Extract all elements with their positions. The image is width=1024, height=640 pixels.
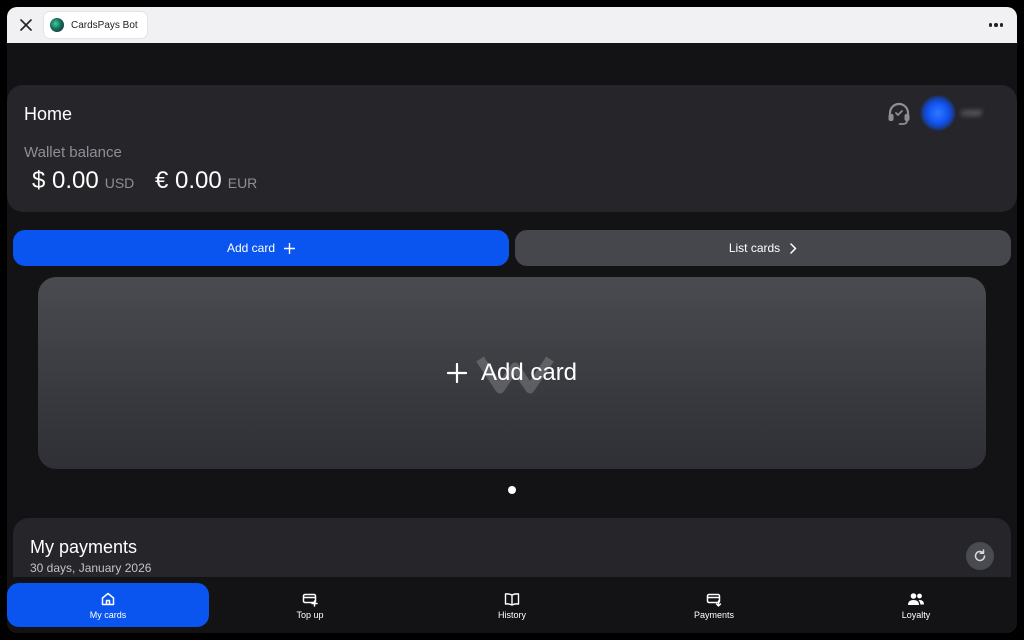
avatar[interactable] (921, 96, 955, 130)
top-bar: CardsPays Bot (7, 7, 1017, 43)
more-horizontal-icon (988, 23, 993, 27)
card-topup-icon (302, 593, 318, 607)
more-button[interactable] (985, 14, 1007, 36)
balance-usd: $ 0.00 USD (32, 167, 134, 195)
users-icon (908, 592, 924, 605)
wallet-balance-label: Wallet balance (24, 144, 122, 161)
payments-title: My payments (30, 537, 138, 557)
balance-currency: USD (104, 175, 135, 191)
plus-icon (446, 363, 467, 383)
page-title: Home (24, 104, 73, 124)
book-icon (504, 592, 520, 606)
user-name: user (961, 107, 983, 119)
balance-eur: € 0.00 EUR (155, 167, 257, 195)
plus-icon (284, 242, 296, 254)
nav-top-up[interactable]: Top up (209, 583, 411, 627)
bot-tab[interactable]: CardsPays Bot (44, 12, 147, 38)
nav-history[interactable]: History (411, 583, 613, 627)
bottom-nav: My cards Top up History Payments Loyalty (7, 577, 1017, 633)
balance-amount: $ 0.00 (32, 167, 99, 194)
app-window: CardsPays Bot Home user Wallet balance $… (7, 7, 1017, 633)
chevron-right-icon (790, 242, 797, 254)
nav-my-cards[interactable]: My cards (7, 583, 209, 627)
nav-label: Payments (693, 609, 735, 620)
close-button[interactable] (15, 14, 37, 36)
add-card-slot-content: Add card (446, 359, 578, 387)
list-cards-label: List cards (728, 241, 781, 255)
nav-loyalty[interactable]: Loyalty (815, 583, 1017, 627)
card-payment-icon (706, 593, 722, 607)
add-card-label: Add card (226, 241, 276, 255)
carousel-dot[interactable] (508, 486, 516, 494)
add-card-button[interactable]: Add card (13, 230, 509, 266)
nav-label: Top up (296, 609, 324, 620)
payments-subtitle: 30 days, January 2026 (30, 561, 152, 575)
nav-label: My cards (89, 609, 127, 620)
headset-icon (888, 102, 910, 125)
refresh-button[interactable] (966, 542, 994, 570)
home-card: Home user Wallet balance $ 0.00 USD € 0.… (7, 85, 1017, 212)
nav-label: History (497, 609, 526, 620)
add-card-slot-label: Add card (480, 359, 578, 386)
add-card-slot[interactable]: Add card (38, 277, 986, 469)
bot-avatar (50, 18, 64, 32)
home-icon (101, 592, 115, 605)
balance-amount: € 0.00 (155, 167, 222, 194)
support-button[interactable] (885, 100, 913, 128)
bot-title: CardsPays Bot (71, 19, 138, 31)
nav-label: Loyalty (901, 609, 931, 620)
close-icon (20, 19, 32, 31)
list-cards-button[interactable]: List cards (515, 230, 1011, 266)
nav-payments[interactable]: Payments (613, 583, 815, 627)
refresh-icon (974, 549, 986, 562)
balance-currency: EUR (227, 175, 258, 191)
